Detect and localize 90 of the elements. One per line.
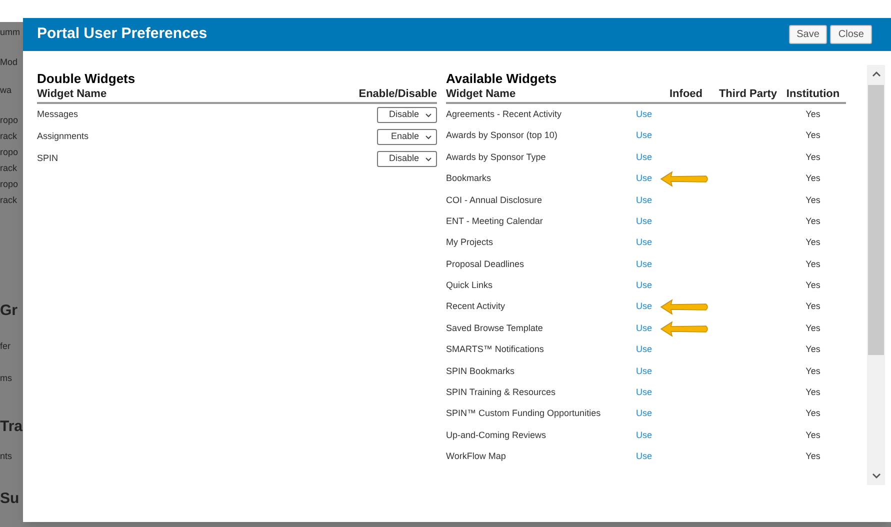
- table-cell-text: Yes: [804, 214, 822, 228]
- enable-disable-select[interactable]: Disable: [377, 107, 437, 123]
- table-cell-text: Yes: [804, 258, 822, 271]
- column-header: Infoed: [668, 87, 704, 102]
- widget-name: Saved Browse Template: [446, 322, 544, 335]
- table-cell-text: Yes: [804, 279, 822, 292]
- column-header: Third Party: [718, 87, 778, 102]
- table-cell-text: Yes: [804, 172, 822, 186]
- table-cell-text: Yes: [804, 236, 822, 250]
- use-link[interactable]: Use: [636, 300, 652, 314]
- background-text: wa: [0, 84, 12, 97]
- widget-name: Bookmarks: [446, 172, 492, 186]
- caret-icon: [425, 134, 432, 140]
- widget-name: SPIN Bookmarks: [446, 364, 516, 378]
- table-cell-text: Yes: [804, 129, 822, 142]
- use-link[interactable]: Use: [636, 129, 652, 143]
- widget-name: Awards by Sponsor (top 10): [446, 129, 558, 142]
- background-text: Mod: [0, 56, 18, 69]
- widget-name: Up-and-Coming Reviews: [446, 428, 548, 442]
- caret-icon: [425, 112, 432, 118]
- background-text: fer: [0, 340, 11, 353]
- use-link[interactable]: Use: [636, 150, 652, 164]
- use-link[interactable]: Use: [636, 214, 652, 228]
- widget-name: SPIN Training & Resources: [446, 386, 557, 400]
- widget-name: Agreements - Recent Activity: [446, 108, 563, 121]
- widget-name: Proposal Deadlines: [446, 258, 526, 271]
- column-header: Enable/Disable: [358, 87, 437, 102]
- use-link[interactable]: Use: [636, 236, 652, 250]
- section-title: Double Widgets: [37, 71, 136, 86]
- widget-name: SPIN: [37, 152, 60, 166]
- use-link[interactable]: Use: [636, 450, 652, 464]
- use-link[interactable]: Use: [636, 322, 652, 336]
- enable-disable-select[interactable]: Disable: [377, 151, 437, 167]
- table-cell-text: Yes: [804, 428, 822, 442]
- section-title: Available Widgets: [446, 71, 558, 86]
- widget-name: Recent Activity: [446, 300, 506, 314]
- background-text: ropo: [0, 146, 18, 159]
- scroll-down-icon[interactable]: [872, 473, 880, 479]
- background-text: Tra: [0, 417, 23, 437]
- widget-name: COI - Annual Disclosure: [446, 194, 544, 206]
- column-header: Widget Name: [446, 87, 517, 102]
- background-text: ropo: [0, 178, 18, 191]
- use-link[interactable]: Use: [636, 258, 652, 272]
- table-cell-text: Yes: [804, 150, 822, 164]
- dialog-button[interactable]: Save: [788, 25, 828, 44]
- table-cell-text: Yes: [804, 300, 822, 314]
- table-cell-text: Yes: [804, 407, 822, 420]
- background-text: ropo: [0, 114, 18, 127]
- table-cell-text: Yes: [804, 364, 822, 378]
- widget-name: SMARTS™ Notifications: [446, 343, 545, 356]
- table-cell-text: Yes: [804, 108, 822, 121]
- table-cell-text: Yes: [804, 194, 822, 206]
- use-link[interactable]: Use: [636, 194, 652, 207]
- use-link[interactable]: Use: [636, 279, 652, 293]
- column-header: Institution: [785, 87, 841, 102]
- enable-disable-select[interactable]: Enable: [377, 129, 437, 145]
- background-text: rack: [0, 130, 18, 143]
- use-link[interactable]: Use: [636, 407, 652, 421]
- table-cell-text: Yes: [804, 450, 822, 464]
- widget-name: SPIN™ Custom Funding Opportunities: [446, 407, 602, 420]
- use-link[interactable]: Use: [636, 343, 652, 357]
- background-text: Su: [0, 489, 20, 509]
- use-link[interactable]: Use: [636, 386, 652, 400]
- table-cell-text: Yes: [804, 322, 822, 335]
- dialog-button[interactable]: Close: [830, 25, 872, 44]
- widget-name: Messages: [37, 108, 80, 122]
- widget-name: Assignments: [37, 130, 90, 144]
- scrollbar[interactable]: [867, 65, 885, 485]
- use-link[interactable]: Use: [636, 108, 652, 122]
- background-text: rack: [0, 194, 18, 207]
- widget-name: ENT - Meeting Calendar: [446, 214, 544, 228]
- scrollbar-thumb[interactable]: [868, 85, 884, 355]
- widget-name: My Projects: [446, 236, 494, 250]
- table-cell-text: Yes: [804, 343, 822, 356]
- widget-name: Quick Links: [446, 279, 494, 292]
- widget-name: Awards by Sponsor Type: [446, 150, 547, 164]
- use-link[interactable]: Use: [636, 172, 652, 186]
- caret-icon: [425, 156, 432, 162]
- table-cell-text: Yes: [804, 386, 822, 400]
- background-text: umm: [0, 26, 20, 39]
- column-header: Widget Name: [37, 87, 108, 102]
- use-link[interactable]: Use: [636, 428, 652, 442]
- background-text: nts: [0, 450, 12, 463]
- widget-name: WorkFlow Map: [446, 450, 507, 464]
- background-text: Gr: [0, 301, 18, 321]
- background-text: ms: [0, 372, 12, 385]
- scroll-up-icon[interactable]: [872, 71, 880, 77]
- background-text: rack: [0, 162, 18, 175]
- dialog-title: Portal User Preferences: [37, 24, 208, 44]
- use-link[interactable]: Use: [636, 364, 652, 378]
